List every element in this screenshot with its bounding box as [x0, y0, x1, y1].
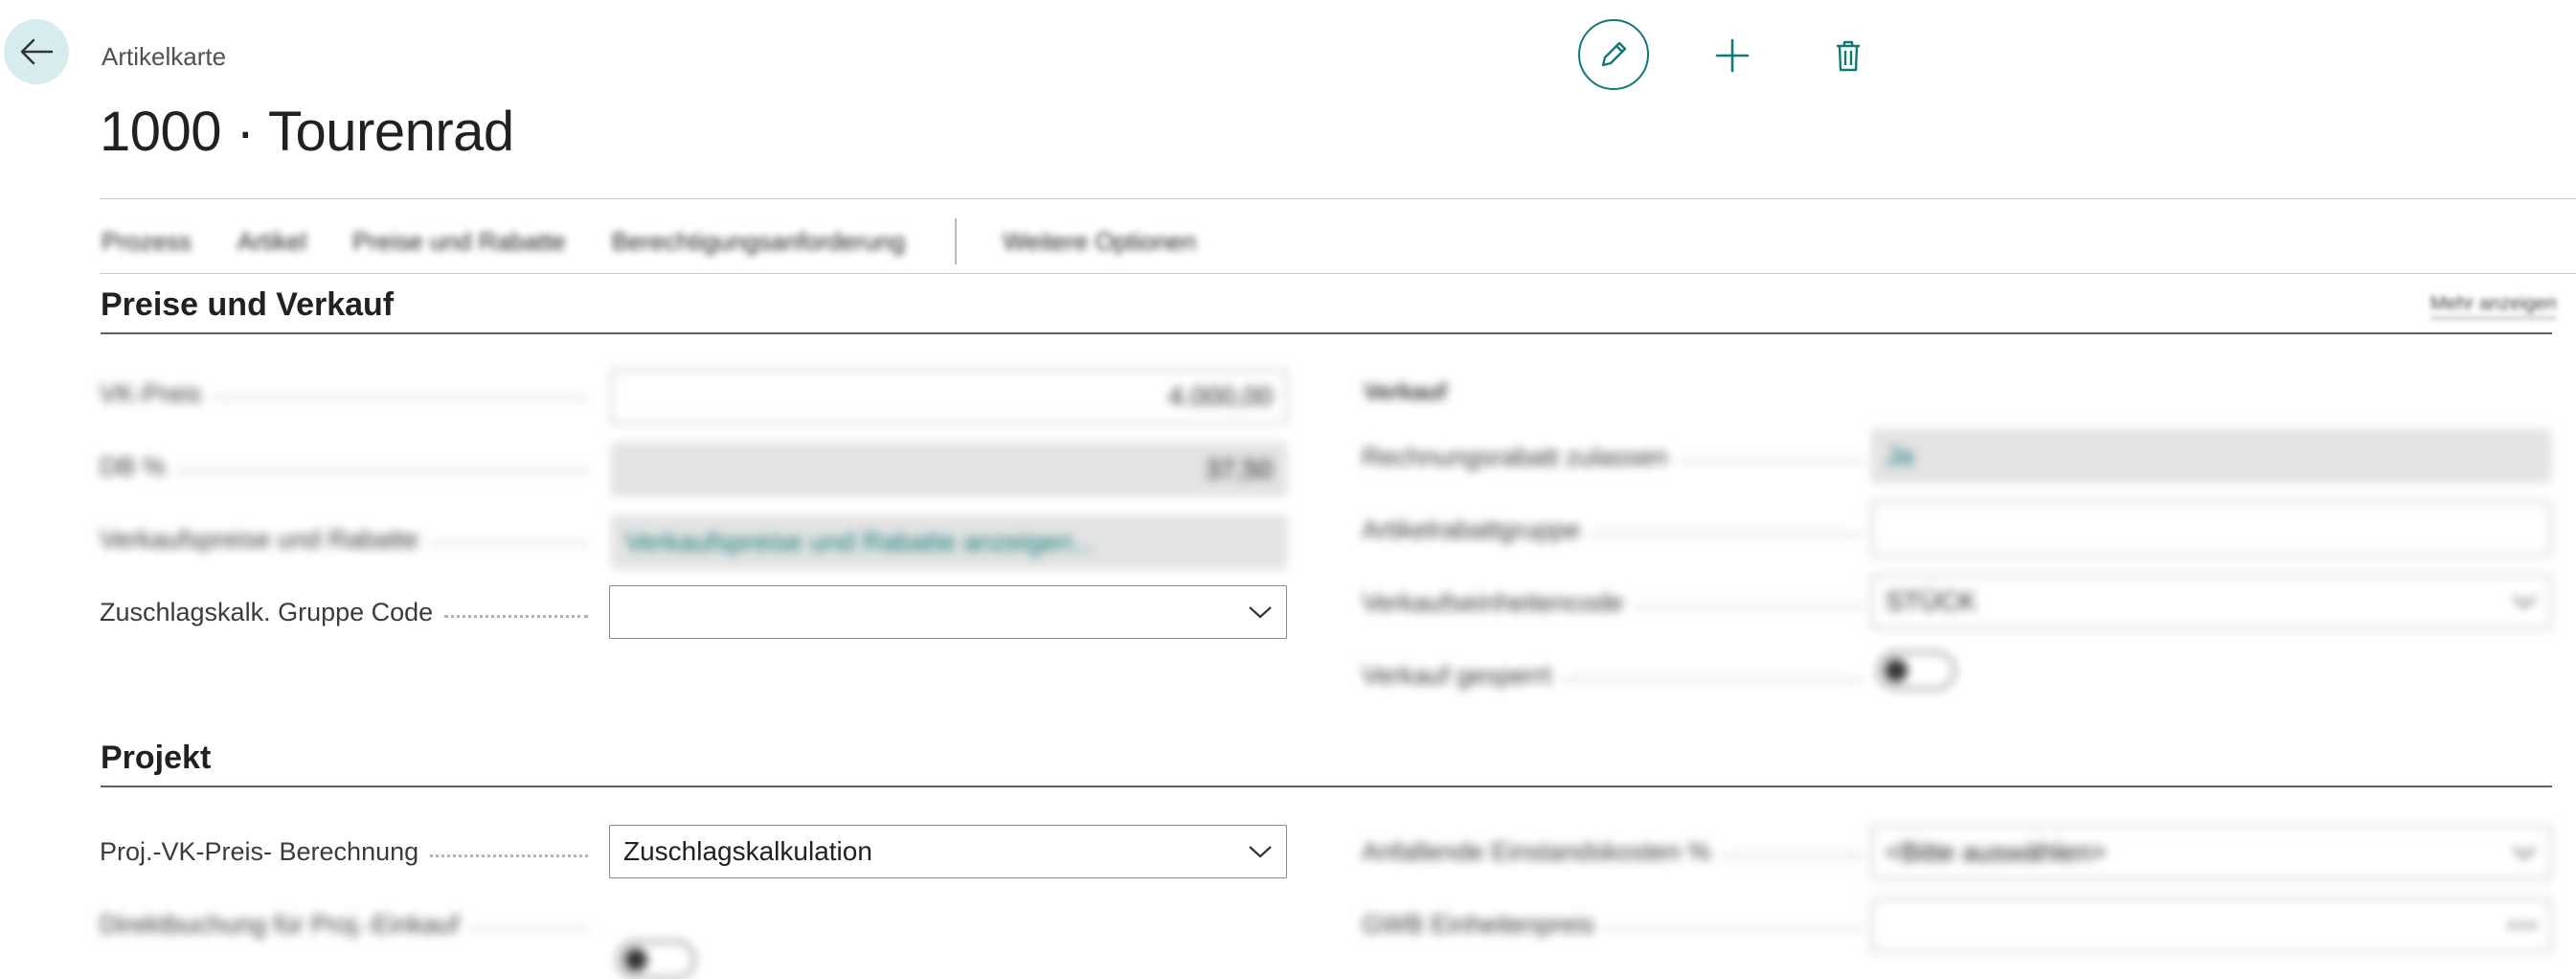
chevron-down-icon	[1249, 606, 1272, 619]
db-prozent-field: 37,50	[611, 443, 1287, 496]
verkauf-gesperrt-toggle[interactable]	[1877, 651, 1955, 690]
delete-button[interactable]	[1818, 29, 1879, 82]
field-label-proj-vk-preis: Proj.-VK-Preis- Berechnung	[100, 837, 598, 867]
section-rule-preise	[101, 332, 2552, 334]
actionbar-top-rule	[100, 198, 2576, 199]
group-title-verkauf: Verkauf	[1364, 379, 1447, 405]
gwb-einheitenpreis-field[interactable]	[1871, 899, 2551, 952]
chevron-down-icon	[2513, 596, 2536, 608]
field-label-einstandskosten: Anfallende Einstandskosten %	[1362, 837, 1871, 867]
rechnungsrabatt-field[interactable]: Ja	[1871, 429, 2551, 483]
chevron-down-icon	[2513, 847, 2536, 859]
proj-vk-preis-berechnung-select[interactable]: Zuschlagskalkulation	[609, 825, 1287, 878]
page-title: 1000 · Tourenrad	[100, 101, 514, 163]
field-label-rechnungsrabatt: Rechnungsrabatt zulassen	[1362, 443, 1871, 472]
einstandskosten-select[interactable]: <Bitte auswählen>	[1871, 826, 2551, 879]
new-button[interactable]	[1699, 29, 1766, 82]
pencil-icon	[1601, 41, 1627, 67]
actionbar-bottom-rule	[100, 273, 2576, 274]
arrow-left-icon	[20, 38, 54, 65]
toggle-knob	[1885, 659, 1908, 682]
action-separator	[955, 218, 958, 264]
field-label-artikelrabattgruppe: Artikelrabattgruppe	[1362, 515, 1871, 545]
action-bar: Prozess Artikel Preise und Rabatte Berec…	[102, 218, 1242, 264]
vk-preis-input[interactable]: 4.000,00	[611, 370, 1287, 423]
field-label-direktbuchung: Direktbuchung für Proj.-Einkauf	[100, 910, 598, 940]
show-more-link[interactable]: Mehr anzeigen	[2429, 293, 2557, 319]
trash-icon	[1837, 40, 1860, 72]
ellipsis-icon	[2509, 922, 2536, 928]
field-label-gwb-einheitenpreis: GWB Einheitenpreis	[1362, 910, 1871, 940]
page-caption: Artikelkarte	[102, 42, 227, 71]
edit-button[interactable]	[1578, 19, 1649, 90]
verkaufspreise-link-field[interactable]: Verkaufspreise und Rabatte anzeigen...	[611, 515, 1287, 569]
field-label-zuschlagskalk: Zuschlagskalk. Gruppe Code	[100, 598, 598, 627]
verkaufseinheit-select[interactable]: STÜCK	[1871, 575, 2551, 628]
action-artikel[interactable]: Artikel	[237, 227, 306, 257]
field-label-verkaufspreise: Verkaufspreise und Rabatte	[100, 525, 598, 555]
field-label-vk-preis: VK-Preis	[100, 379, 598, 409]
back-button[interactable]	[4, 19, 69, 84]
artikelrabattgruppe-input[interactable]	[1871, 502, 2551, 556]
field-label-verkaufseinheit: Verkaufseinheitencode	[1362, 588, 1871, 618]
action-preise-rabatte[interactable]: Preise und Rabatte	[352, 227, 566, 257]
section-rule-projekt	[101, 785, 2552, 787]
action-berechtigung[interactable]: Berechtigungsanforderung	[612, 227, 905, 257]
plus-icon	[1715, 38, 1750, 73]
zuschlagskalk-gruppe-select[interactable]	[609, 585, 1287, 639]
chevron-down-icon	[1249, 846, 1272, 858]
section-title-preise-verkauf: Preise und Verkauf	[101, 286, 395, 323]
toggle-knob	[624, 948, 647, 971]
direktbuchung-toggle[interactable]	[617, 941, 695, 979]
section-title-projekt: Projekt	[101, 740, 212, 776]
field-label-db-prozent: DB %	[100, 452, 598, 482]
action-weitere-optionen[interactable]: Weitere Optionen	[1003, 227, 1196, 257]
field-label-verkauf-gesperrt: Verkauf gesperrt	[1362, 661, 1871, 691]
action-prozess[interactable]: Prozess	[102, 227, 192, 257]
